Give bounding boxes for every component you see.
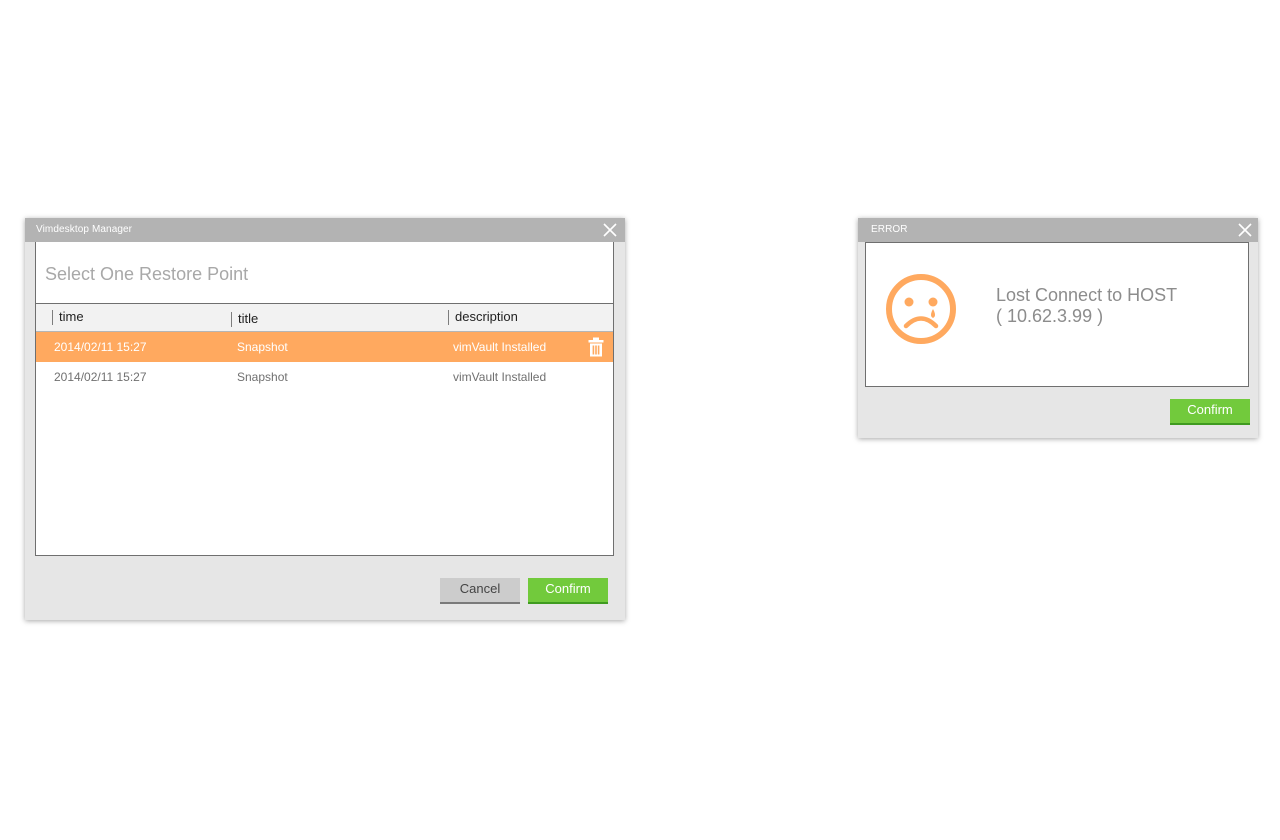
window-title: ERROR xyxy=(871,224,908,235)
sad-face-icon xyxy=(885,273,957,345)
close-icon[interactable] xyxy=(601,221,619,239)
column-header-title[interactable]: title xyxy=(231,312,258,327)
error-message: Lost Connect to HOST ( 10.62.3.99 ) xyxy=(996,285,1177,327)
column-header-time[interactable]: time xyxy=(52,310,84,325)
table-row[interactable]: 2014/02/11 15:27 Snapshot vimVault Insta… xyxy=(36,362,613,392)
restore-point-dialog: Vimdesktop Manager Select One Restore Po… xyxy=(25,218,625,620)
cell-description: vimVault Installed xyxy=(453,370,547,384)
cell-description: vimVault Installed xyxy=(453,340,547,354)
title-bar[interactable]: Vimdesktop Manager xyxy=(25,218,625,242)
cancel-button[interactable]: Cancel xyxy=(440,578,520,604)
cell-time: 2014/02/11 15:27 xyxy=(54,370,147,384)
restore-point-panel: Select One Restore Point time title desc… xyxy=(35,242,614,556)
trash-icon[interactable] xyxy=(587,337,605,357)
title-bar[interactable]: ERROR xyxy=(858,218,1258,242)
panel-heading: Select One Restore Point xyxy=(45,264,249,284)
cell-time: 2014/02/11 15:27 xyxy=(54,340,147,354)
cell-title: Snapshot xyxy=(237,340,288,354)
confirm-button[interactable]: Confirm xyxy=(528,578,608,604)
error-host-address: ( 10.62.3.99 ) xyxy=(996,306,1104,326)
column-header-description[interactable]: description xyxy=(448,310,518,325)
cell-title: Snapshot xyxy=(237,370,288,384)
close-icon[interactable] xyxy=(1236,221,1254,239)
window-title: Vimdesktop Manager xyxy=(36,224,133,235)
error-dialog: ERROR Lost Connect to HOST ( 10.62.3.99 … xyxy=(858,218,1258,438)
error-message-line: Lost Connect to HOST xyxy=(996,285,1178,305)
confirm-button[interactable]: Confirm xyxy=(1170,399,1250,425)
table-row-selected[interactable]: 2014/02/11 15:27 Snapshot vimVault Insta… xyxy=(36,332,613,362)
table-header: time title description xyxy=(36,303,613,332)
error-panel: Lost Connect to HOST ( 10.62.3.99 ) xyxy=(865,242,1249,387)
